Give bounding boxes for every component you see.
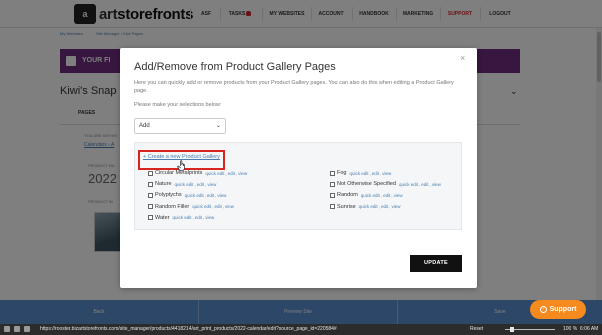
- gallery-checkbox[interactable]: [148, 204, 153, 210]
- add-remove-gallery-modal: × Add/Remove from Product Gallery Pages …: [120, 48, 477, 288]
- close-icon[interactable]: ×: [460, 53, 465, 63]
- link-separator: ,: [391, 192, 393, 198]
- link-separator: ,: [205, 181, 207, 187]
- status-icons: [4, 326, 30, 332]
- support-label: Support: [549, 306, 577, 313]
- gallery-item: Fog quick edit, edit, view: [330, 170, 391, 176]
- status-bar: https://rooster.bizartstorefronts.com/si…: [0, 324, 602, 335]
- gallery-checkbox[interactable]: [330, 204, 335, 210]
- link-separator: ,: [192, 215, 194, 221]
- edit-link[interactable]: edit: [421, 182, 428, 187]
- gallery-item: Circular Metalprints quick edit, edit, view: [148, 170, 247, 176]
- quick-edit-link[interactable]: quick edit: [399, 182, 418, 187]
- windows-icon[interactable]: [4, 326, 10, 332]
- view-link[interactable]: view: [394, 193, 403, 198]
- edit-link[interactable]: edit: [381, 204, 388, 209]
- edit-link[interactable]: edit: [197, 182, 204, 187]
- quick-edit-link[interactable]: quick edit: [205, 171, 224, 176]
- link-separator: ,: [212, 204, 214, 210]
- edit-link[interactable]: edit: [383, 193, 390, 198]
- link-separator: ,: [215, 192, 217, 198]
- view-link[interactable]: view: [207, 182, 216, 187]
- link-separator: ,: [419, 181, 421, 187]
- quick-edit-link[interactable]: quick edit: [361, 193, 380, 198]
- link-separator: ,: [204, 192, 206, 198]
- zoom-level: 100 %: [563, 326, 578, 332]
- link-separator: ,: [429, 181, 431, 187]
- gallery-name: Random Filler: [155, 203, 190, 210]
- quick-edit-link[interactable]: quick edit: [185, 193, 204, 198]
- gallery-checkbox[interactable]: [330, 181, 335, 187]
- gallery-checkbox[interactable]: [148, 181, 153, 187]
- gallery-checkbox[interactable]: [148, 192, 153, 198]
- modal-instruction: Please make your selections below:: [134, 102, 222, 108]
- edit-link[interactable]: edit: [228, 171, 235, 176]
- view-link[interactable]: view: [225, 204, 234, 209]
- link-separator: ,: [203, 215, 205, 221]
- link-separator: ,: [222, 204, 225, 210]
- gallery-checkbox[interactable]: [148, 170, 153, 176]
- modal-title: Add/Remove from Product Gallery Pages: [134, 61, 336, 73]
- browser-icon[interactable]: [24, 326, 30, 332]
- gallery-item: Polyptychs quick edit, edit, view: [148, 192, 226, 198]
- gallery-name: Polyptychs: [155, 192, 182, 199]
- gallery-item: Sunrise quick edit, edit, view: [330, 204, 400, 210]
- view-link[interactable]: view: [391, 204, 400, 209]
- update-button[interactable]: UPDATE: [410, 255, 462, 272]
- gallery-checkbox[interactable]: [330, 192, 335, 198]
- gallery-name: Fog: [337, 170, 347, 176]
- quick-edit-link[interactable]: quick edit: [172, 215, 191, 220]
- link-separator: ,: [225, 170, 227, 176]
- link-separator: ,: [194, 181, 196, 187]
- task-view-icon[interactable]: [14, 326, 20, 332]
- modal-description: Here you can quickly add or remove produ…: [134, 80, 454, 94]
- link-separator: ,: [380, 192, 383, 198]
- link-separator: ,: [369, 170, 371, 176]
- gallery-name: Sunrise: [337, 203, 356, 210]
- gallery-item: Water quick edit, edit, view: [148, 215, 214, 221]
- gallery-name: Not Otherwise Specified: [337, 181, 396, 188]
- gallery-item: Not Otherwise Specified quick edit, edit, v…: [330, 181, 441, 187]
- edit-link[interactable]: edit: [207, 193, 214, 198]
- gallery-item: Random Filler quick edit, edit, view: [148, 204, 234, 210]
- view-link[interactable]: view: [238, 171, 247, 176]
- clock: 6:06 AM: [580, 326, 599, 332]
- gallery-item: Nature quick edit, edit, view: [148, 181, 216, 187]
- gallery-name: Nature: [155, 181, 172, 188]
- view-link[interactable]: view: [217, 193, 226, 198]
- quick-edit-link[interactable]: quick edit: [192, 204, 211, 209]
- gallery-checkbox[interactable]: [330, 170, 335, 176]
- link-separator: ,: [380, 170, 382, 176]
- gallery-name: Random: [337, 192, 358, 199]
- edit-link[interactable]: edit: [215, 204, 222, 209]
- action-select-value: Add: [139, 123, 150, 129]
- quick-edit-link[interactable]: quick edit: [349, 171, 368, 176]
- gallery-name: Circular Metalprints: [155, 170, 203, 176]
- help-circle-icon: ?: [539, 306, 547, 313]
- gallery-checkbox[interactable]: [148, 215, 153, 221]
- status-url: https://rooster.bizartstorefronts.com/si…: [40, 326, 337, 332]
- view-link[interactable]: view: [432, 182, 441, 187]
- action-select[interactable]: Add ⌄: [134, 118, 226, 134]
- link-separator: ,: [378, 204, 380, 210]
- support-button[interactable]: ? Support: [530, 300, 586, 319]
- edit-link[interactable]: edit: [372, 171, 379, 176]
- quick-edit-link[interactable]: quick edit: [359, 204, 378, 209]
- link-separator: ,: [389, 204, 391, 210]
- zoom-slider-thumb[interactable]: [510, 327, 514, 332]
- edit-link[interactable]: edit: [195, 215, 202, 220]
- view-link[interactable]: view: [205, 215, 214, 220]
- gallery-item: Random quick edit, edit, view: [330, 192, 403, 198]
- reset-zoom-label[interactable]: Reset: [470, 326, 483, 332]
- chevron-down-icon: ⌄: [215, 123, 221, 129]
- view-link[interactable]: view: [382, 171, 391, 176]
- link-separator: ,: [235, 170, 238, 176]
- quick-edit-link[interactable]: quick edit: [175, 182, 194, 187]
- gallery-name: Water: [155, 214, 170, 221]
